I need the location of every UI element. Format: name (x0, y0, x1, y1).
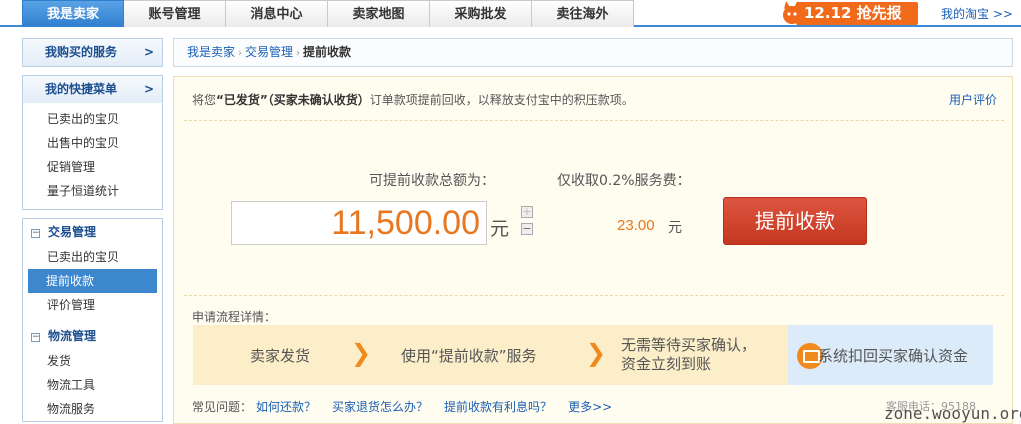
flow-step-deduct: 系统扣回买家确认资金 (788, 325, 993, 385)
management-box: − 交易管理 已卖出的宝贝 提前收款 评价管理 − 物流管理 发货 物流工具 物流服… (22, 218, 163, 422)
notice-text: 将您“已发货”（买家未确认收货）订单款项提前回收，以释放支付宝中的积压款项。 用… (192, 91, 997, 118)
faq-label: 常见问题： (192, 400, 253, 414)
tab-seller-map[interactable]: 卖家地图 (328, 0, 430, 27)
decrease-amount-button[interactable]: − (521, 223, 533, 235)
sidebar-item-promotion[interactable]: 促销管理 (23, 155, 162, 179)
user-rating-link[interactable]: 用户评价 (949, 91, 997, 108)
my-taobao-link[interactable]: 我的淘宝 >> (941, 5, 1013, 22)
shortcuts-label: 我的快捷菜单 (45, 82, 118, 96)
amount-input[interactable]: 11,500.00 (231, 201, 487, 245)
notice-prefix: 将您 (192, 93, 217, 107)
sidebar-item-sold-items[interactable]: 已卖出的宝贝 (23, 245, 162, 269)
service-fee-unit: 元 (668, 220, 682, 236)
faq-link-refund[interactable]: 买家退货怎么办？ (332, 400, 428, 414)
sidebar-item-reviews[interactable]: 评价管理 (23, 293, 162, 317)
promo-text: 12.12 抢先报 (804, 4, 902, 22)
shortcuts-list: 已卖出的宝贝 出售中的宝贝 促销管理 量子恒道统计 (23, 103, 162, 209)
sidebar-item-stats[interactable]: 量子恒道统计 (23, 179, 162, 203)
shortcuts-header[interactable]: 我的快捷菜单 > (23, 76, 162, 103)
sidebar-item-advance-payment[interactable]: 提前收款 (28, 269, 157, 293)
top-navigation-bar: 我是卖家 账号管理 消息中心 卖家地图 采购批发 卖往海外 12.12 抢先报 … (0, 0, 1021, 27)
collapse-icon[interactable]: − (31, 229, 40, 238)
increase-amount-button[interactable]: + (521, 206, 533, 218)
breadcrumb-separator-icon: › (296, 48, 301, 59)
faq-link-more[interactable]: 更多>> (568, 400, 612, 414)
bought-services-label: 我购买的服务 (45, 45, 118, 59)
promo-banner[interactable]: 12.12 抢先报 (770, 0, 920, 27)
service-fee-label: 仅收取0.2%服务费： (557, 173, 691, 189)
flow-title: 申请流程详情： (192, 310, 277, 324)
watermark: zone.wooyun.org (884, 404, 1021, 423)
bought-services-header[interactable]: 我购买的服务 > (23, 39, 162, 66)
sidebar-item-ship[interactable]: 发货 (23, 349, 162, 373)
flow-step-ship: 卖家发货 (250, 347, 311, 365)
bought-services-box: 我购买的服务 > (22, 38, 163, 67)
service-fee-value: 23.00 (617, 217, 655, 234)
trade-management-group[interactable]: − 交易管理 (23, 219, 162, 245)
chevron-right-icon: ❯ (351, 339, 372, 367)
divider (184, 295, 1004, 296)
sidebar-item-logistics-tools[interactable]: 物流工具 (23, 373, 162, 397)
breadcrumb-trade[interactable]: 交易管理 (245, 45, 293, 59)
top-nav-tabs: 我是卖家 账号管理 消息中心 卖家地图 采购批发 卖往海外 (22, 0, 634, 27)
faq-row: 常见问题： 如何还款？ 买家退货怎么办？ 提前收款有利息吗？ 更多>> (192, 398, 612, 415)
chevron-right-icon: ❯ (586, 339, 607, 367)
amount-unit: 元 (490, 218, 510, 240)
sidebar: 我购买的服务 > 我的快捷菜单 > 已卖出的宝贝 出售中的宝贝 促销管理 量子恒… (22, 38, 163, 424)
faq-link-interest[interactable]: 提前收款有利息吗？ (444, 400, 552, 414)
tab-seller[interactable]: 我是卖家 (22, 0, 124, 27)
breadcrumb-separator-icon: › (238, 48, 243, 59)
process-flow: 卖家发货 ❯ 使用“提前收款”服务 ❯ 无需等待买家确认， 资金立刻到账 系统扣… (193, 325, 993, 385)
collapse-icon[interactable]: − (31, 333, 40, 342)
shortcuts-box: 我的快捷菜单 > 已卖出的宝贝 出售中的宝贝 促销管理 量子恒道统计 (22, 75, 163, 210)
flow-step-deduct-label: 系统扣回买家确认资金 (818, 347, 969, 365)
logistics-management-label: 物流管理 (48, 329, 97, 343)
chevron-right-icon: > (143, 45, 154, 59)
advance-payment-panel: 将您“已发货”（买家未确认收货）订单款项提前回收，以释放支付宝中的积压款项。 用… (173, 76, 1013, 424)
sidebar-item-logistics-services[interactable]: 物流服务 (23, 397, 162, 421)
faq-link-repay[interactable]: 如何还款？ (256, 400, 316, 414)
tab-wholesale[interactable]: 采购批发 (430, 0, 532, 27)
flow-step-use-service: 使用“提前收款”服务 (401, 347, 537, 365)
chevron-right-icon: > (143, 82, 154, 96)
sidebar-item-on-sale[interactable]: 出售中的宝贝 (23, 131, 162, 155)
divider (184, 120, 1004, 121)
breadcrumb-seller[interactable]: 我是卖家 (187, 45, 235, 59)
tab-overseas[interactable]: 卖往海外 (532, 0, 634, 27)
mascot-cat-icon (783, 1, 801, 24)
tab-messages[interactable]: 消息中心 (226, 0, 328, 27)
breadcrumb: 我是卖家 › 交易管理 › 提前收款 (173, 38, 1013, 67)
tab-account[interactable]: 账号管理 (124, 0, 226, 27)
breadcrumb-current: 提前收款 (303, 45, 352, 59)
flow-step-instant-line2: 资金立刻到账 (621, 355, 712, 373)
flow-step-instant: 无需等待买家确认， 资金立刻到账 (621, 336, 756, 374)
flow-step-instant-line1: 无需等待买家确认， (621, 336, 757, 354)
logistics-management-group[interactable]: − 物流管理 (23, 323, 162, 349)
advance-payment-button[interactable]: 提前收款 (723, 197, 867, 245)
sidebar-item-sold[interactable]: 已卖出的宝贝 (23, 107, 162, 131)
trade-management-label: 交易管理 (48, 225, 97, 239)
notice-suffix: 订单款项提前回收，以释放支付宝中的积压款项。 (369, 93, 634, 107)
notice-highlight: “已发货”（买家未确认收货） (216, 93, 370, 107)
total-amount-label: 可提前收款总额为： (369, 173, 495, 189)
